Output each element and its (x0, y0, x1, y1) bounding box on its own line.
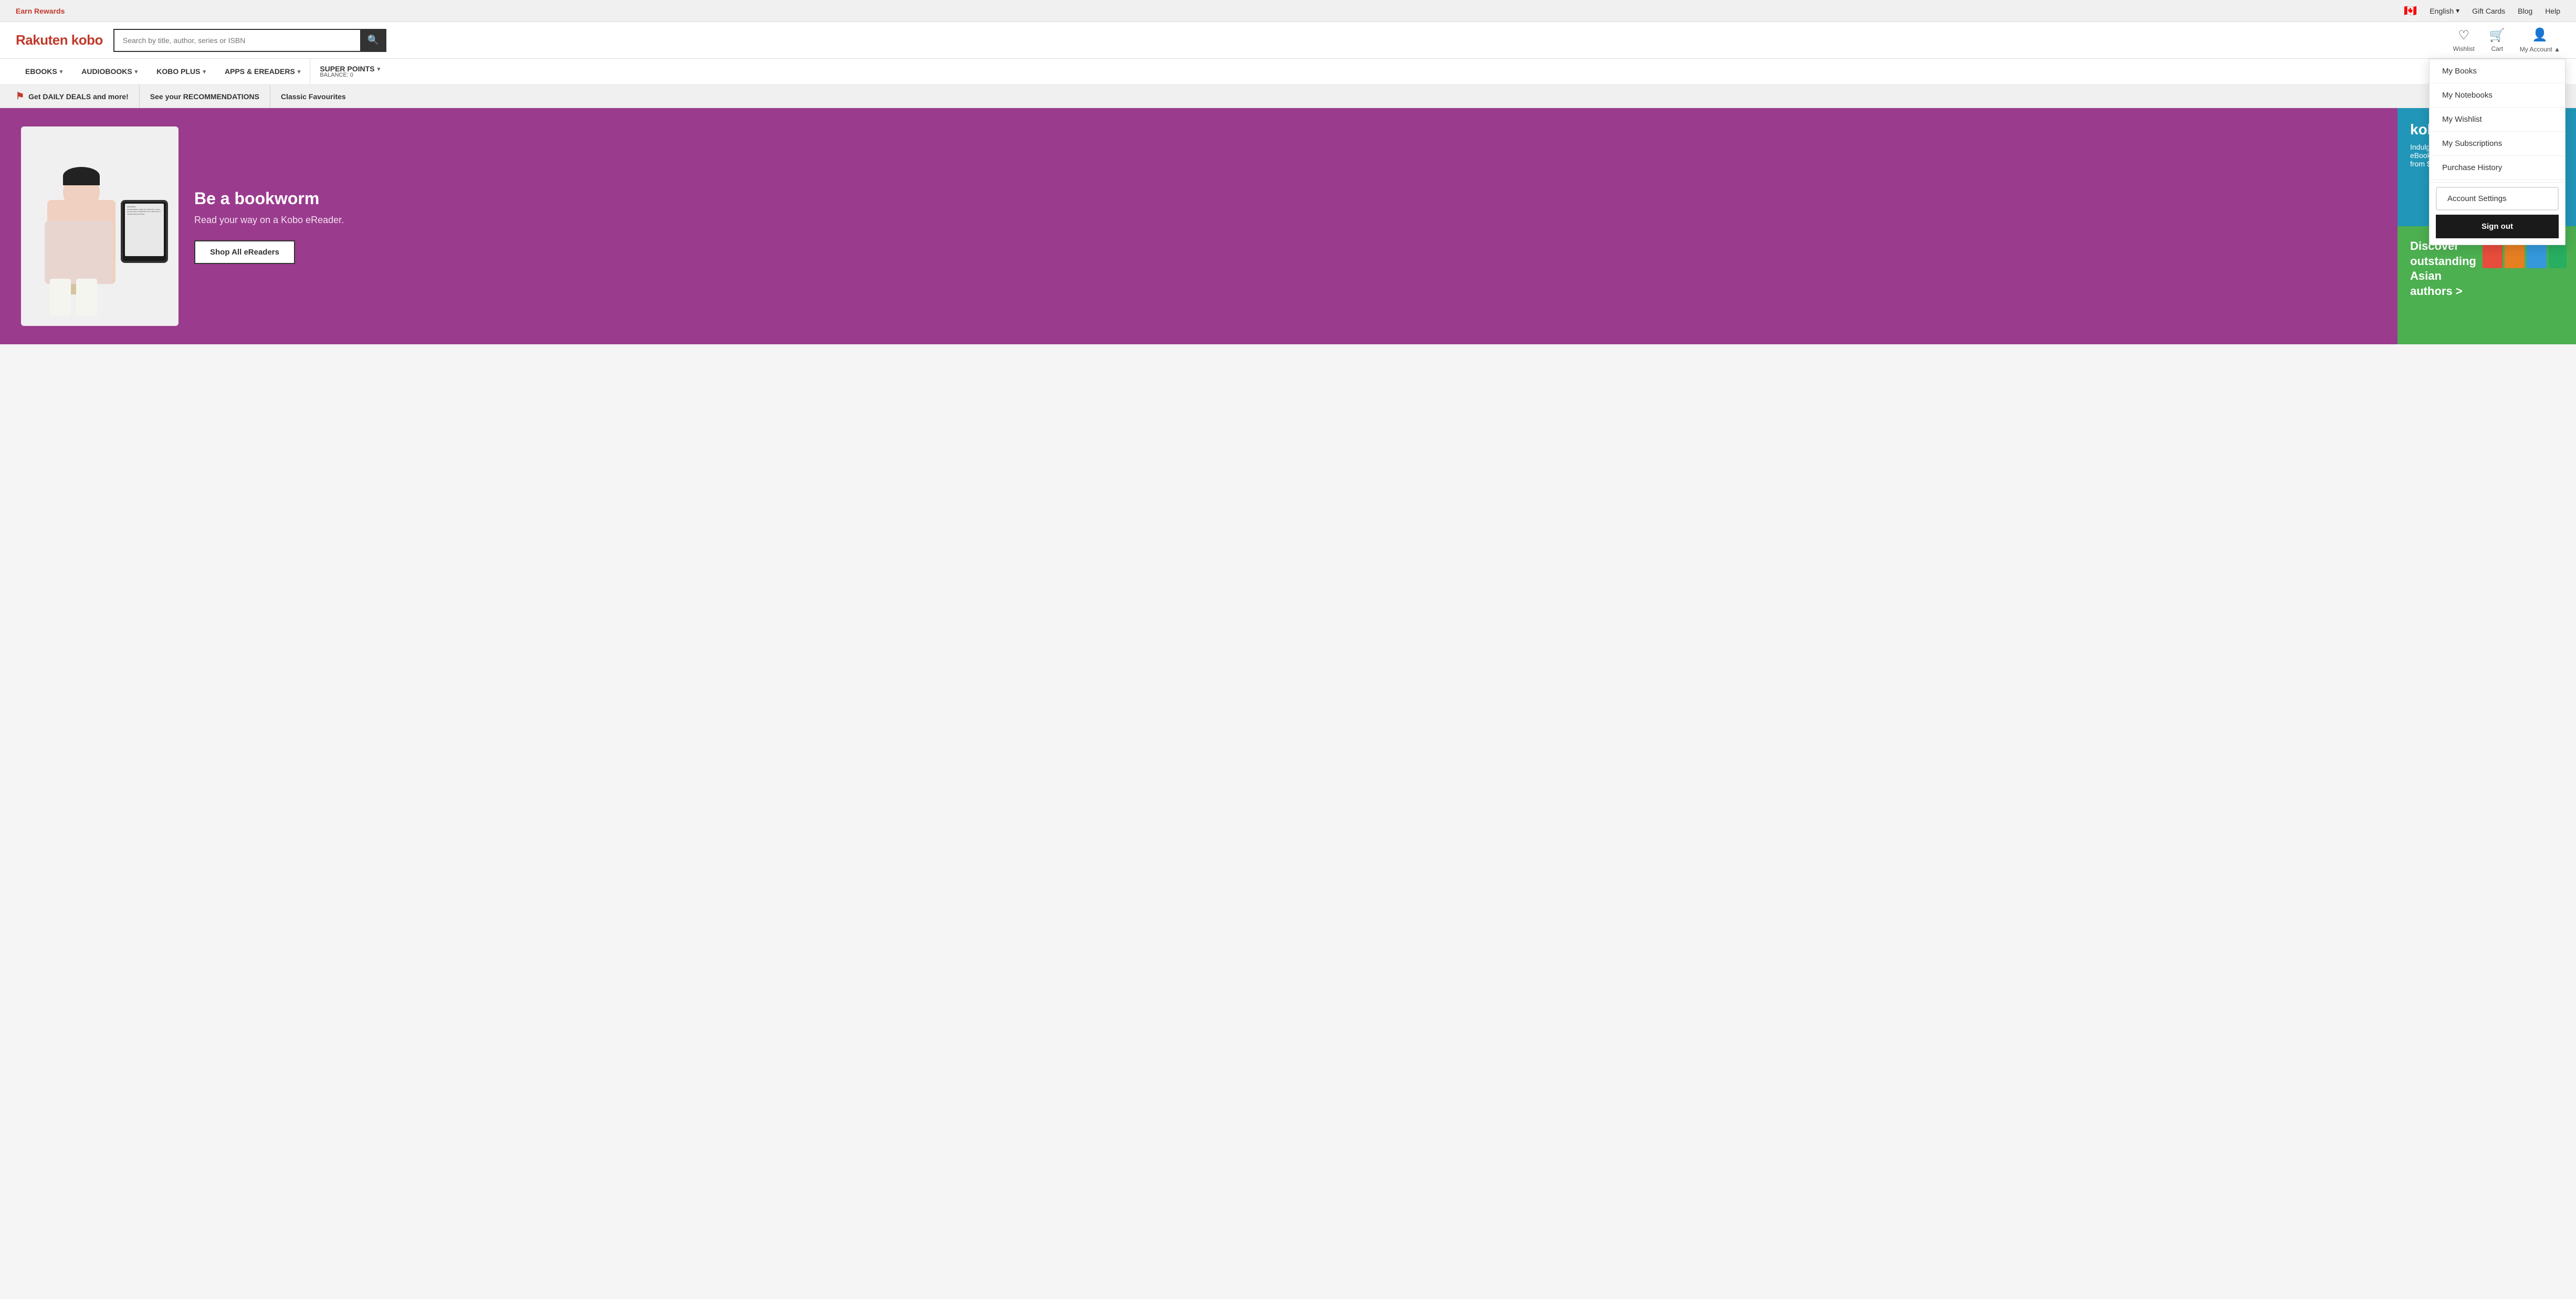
nav-audiobooks[interactable]: AUDIOBOOKS ▾ (72, 58, 147, 85)
search-icon: 🔍 (367, 35, 379, 46)
logo-text: Rakuten kobo (16, 32, 103, 48)
top-bar-left: Earn Rewards (16, 7, 65, 15)
dropdown-my-subscriptions[interactable]: My Subscriptions (2430, 132, 2565, 156)
my-account-label: My Account ▲ (2520, 46, 2560, 53)
earn-rewards-link[interactable]: Earn Rewards (16, 7, 65, 15)
header: Rakuten kobo 🔍 ♡ Wishlist 🛒 Cart 👤 My Ac… (0, 22, 2576, 59)
promo-strip: ⚑ Get DAILY DEALS and more! See your REC… (0, 85, 2576, 108)
nav-super-points[interactable]: SUPER POINTS ▾ Balance: 0 (310, 58, 390, 85)
flag-promo-icon: ⚑ (16, 91, 24, 102)
promo-recommendations[interactable]: See your RECOMMENDATIONS (140, 85, 270, 108)
nav-ebooks[interactable]: eBOOKS ▾ (16, 58, 72, 85)
main-content: CHAPTER 9It was pleasant to wake up in F… (0, 108, 2576, 344)
illustration-bg: CHAPTER 9It was pleasant to wake up in F… (21, 126, 178, 326)
cart-button[interactable]: 🛒 Cart (2489, 28, 2505, 52)
top-bar-right: 🇨🇦 English ▾ Gift Cards Blog Help (2404, 4, 2560, 17)
heart-icon: ♡ (2458, 28, 2469, 43)
flag-icon: 🇨🇦 (2404, 4, 2417, 17)
chevron-down-icon: ▾ (377, 66, 381, 72)
panel-asian-title: Discover outstanding Asian authors > (2410, 239, 2476, 299)
chevron-down-icon: ▾ (298, 68, 301, 75)
balance-text: Balance: 0 (320, 72, 353, 78)
dropdown-sign-out[interactable]: Sign out (2436, 215, 2559, 238)
promo-classic-text: Classic Favourites (281, 92, 346, 101)
person-leg-right (76, 279, 97, 315)
chevron-down-icon: ▾ (203, 68, 206, 75)
nav-kobo-plus[interactable]: KOBO PLUS ▾ (147, 58, 215, 85)
search-bar: 🔍 (113, 29, 386, 52)
language-selector[interactable]: English ▾ (2430, 6, 2459, 15)
held-device: CHAPTER 9It was pleasant to wake up in F… (121, 200, 168, 263)
search-input[interactable] (113, 29, 360, 52)
hero-subtitle: Read your way on a Kobo eReader. (194, 215, 2377, 226)
dropdown-my-books[interactable]: My Books (2430, 59, 2565, 83)
help-link[interactable]: Help (2545, 7, 2560, 15)
language-label: English (2430, 7, 2454, 15)
person-shirt (45, 221, 113, 284)
panel-asian-books (2483, 239, 2567, 332)
ereader-mockup: CHAPTER 9It was pleasant to wake up in F… (21, 126, 178, 326)
nav-kobo-plus-label: KOBO PLUS (156, 67, 200, 76)
header-actions: ♡ Wishlist 🛒 Cart 👤 My Account ▲ (2453, 27, 2561, 53)
hero-title: Be a bookworm (194, 189, 2377, 208)
account-icon: 👤 (2532, 27, 2548, 43)
promo-daily-deals[interactable]: ⚑ Get DAILY DEALS and more! (16, 85, 140, 108)
nav-audiobooks-label: AUDIOBOOKS (81, 67, 132, 76)
account-dropdown: My Books My Notebooks My Wishlist My Sub… (2429, 59, 2566, 245)
chevron-down-icon: ▾ (2456, 6, 2459, 15)
promo-classic-favourites[interactable]: Classic Favourites (270, 85, 356, 108)
hero-inner: CHAPTER 9It was pleasant to wake up in F… (0, 111, 2398, 342)
device-text: CHAPTER 9It was pleasant to wake up in F… (127, 206, 162, 215)
chevron-down-icon: ▾ (135, 68, 138, 75)
panel-asian-text: Discover outstanding Asian authors > (2410, 239, 2476, 332)
person-leg-left (50, 279, 71, 315)
hero-text: Be a bookworm Read your way on a Kobo eR… (194, 189, 2377, 264)
promo-daily-deals-text: Get DAILY DEALS and more! (28, 92, 129, 101)
nav-ebooks-label: eBOOKS (25, 67, 57, 76)
gift-cards-link[interactable]: Gift Cards (2472, 7, 2505, 15)
dropdown-my-wishlist[interactable]: My Wishlist (2430, 108, 2565, 132)
chevron-up-icon: ▲ (2554, 46, 2560, 53)
dropdown-purchase-history[interactable]: Purchase History (2430, 156, 2565, 180)
device-screen: CHAPTER 9It was pleasant to wake up in F… (125, 204, 164, 256)
nav-apps-ereaders[interactable]: APPS & eREADERS ▾ (215, 58, 310, 85)
hero-banner: CHAPTER 9It was pleasant to wake up in F… (0, 108, 2398, 344)
dropdown-my-notebooks[interactable]: My Notebooks (2430, 83, 2565, 108)
promo-recommendations-text: See your RECOMMENDATIONS (150, 92, 259, 101)
cart-label: Cart (2491, 45, 2503, 52)
chevron-down-icon: ▾ (60, 68, 63, 75)
cart-icon: 🛒 (2489, 28, 2505, 43)
nav-bar: eBOOKS ▾ AUDIOBOOKS ▾ KOBO PLUS ▾ APPS &… (0, 59, 2576, 85)
wishlist-label: Wishlist (2453, 45, 2475, 52)
blog-link[interactable]: Blog (2518, 7, 2532, 15)
wishlist-button[interactable]: ♡ Wishlist (2453, 28, 2475, 52)
top-bar: Earn Rewards 🇨🇦 English ▾ Gift Cards Blo… (0, 0, 2576, 22)
person-hair (63, 167, 100, 185)
search-button[interactable]: 🔍 (360, 29, 386, 52)
shop-ereaders-button[interactable]: Shop All eReaders (194, 240, 295, 264)
dropdown-account-settings[interactable]: Account Settings (2436, 187, 2559, 210)
logo[interactable]: Rakuten kobo (16, 32, 103, 48)
dropdown-divider (2430, 182, 2565, 183)
my-account-button[interactable]: 👤 My Account ▲ (2520, 27, 2560, 53)
nav-apps-label: APPS & eREADERS (225, 67, 295, 76)
